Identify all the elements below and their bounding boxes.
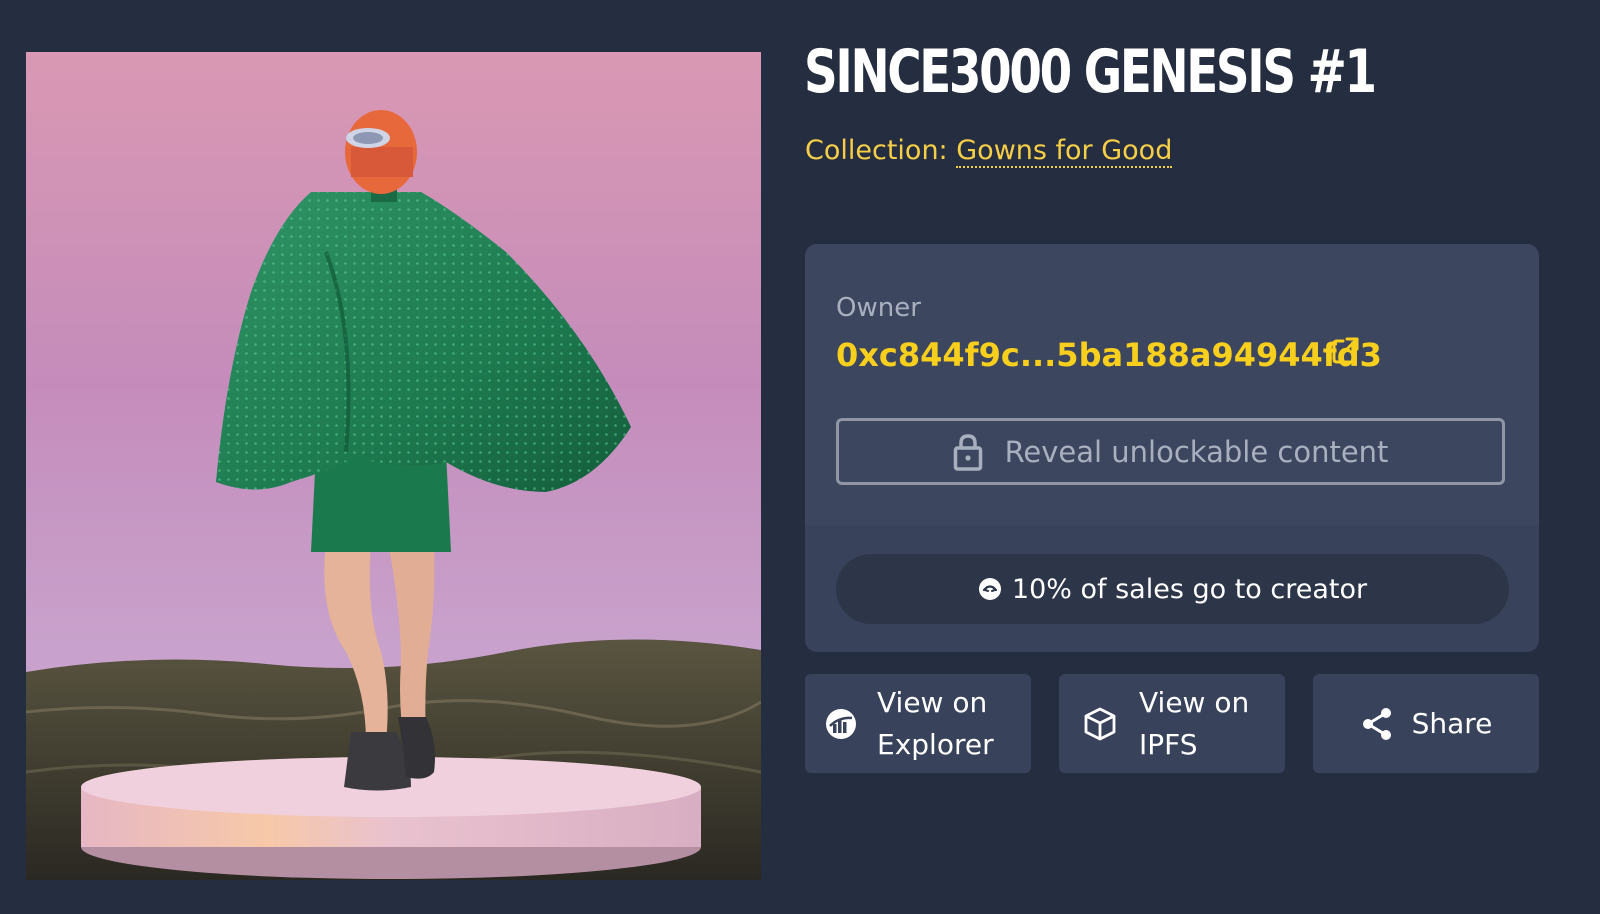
- reveal-unlockable-label: Reveal unlockable content: [1004, 434, 1389, 469]
- reveal-unlockable-button[interactable]: Reveal unlockable content: [836, 418, 1505, 485]
- share-icon: [1362, 707, 1391, 740]
- nft-artwork-image[interactable]: [26, 52, 761, 880]
- cube-icon: [1084, 707, 1116, 740]
- view-on-explorer-button[interactable]: View on Explorer: [805, 674, 1031, 773]
- royalty-text: 10% of sales go to creator: [1011, 573, 1368, 605]
- ipfs-label-line2: IPFS: [1139, 727, 1198, 761]
- nft-title: SINCE3000 GENESIS #1: [804, 37, 1377, 107]
- royalty-badge: 10% of sales go to creator: [836, 554, 1509, 624]
- ipfs-label-line1: View on: [1139, 685, 1250, 719]
- share-label: Share: [1411, 706, 1493, 740]
- explorer-label-line1: View on: [877, 685, 988, 719]
- royalty-icon: [978, 578, 1001, 600]
- collection-link[interactable]: Gowns for Good: [956, 135, 1173, 168]
- explorer-icon: [826, 708, 856, 739]
- owner-card: Owner 0xc844f9c...5ba188a94944fd3 Reveal…: [805, 244, 1539, 652]
- nft-detail-page: SINCE3000 GENESIS #1 Collection: Gowns f…: [0, 0, 1600, 914]
- share-button[interactable]: Share: [1313, 674, 1539, 773]
- view-on-ipfs-button[interactable]: View on IPFS: [1059, 674, 1285, 773]
- owner-address-link[interactable]: 0xc844f9c...5ba188a94944fd3: [836, 336, 1382, 374]
- lock-icon: [953, 433, 982, 471]
- external-link-icon[interactable]: [1330, 336, 1360, 366]
- artwork-illustration: [26, 52, 761, 880]
- collection-prefix: Collection:: [805, 135, 948, 166]
- collection-line: Collection: Gowns for Good: [805, 135, 1173, 168]
- explorer-label-line2: Explorer: [877, 727, 994, 761]
- owner-label: Owner: [836, 293, 921, 323]
